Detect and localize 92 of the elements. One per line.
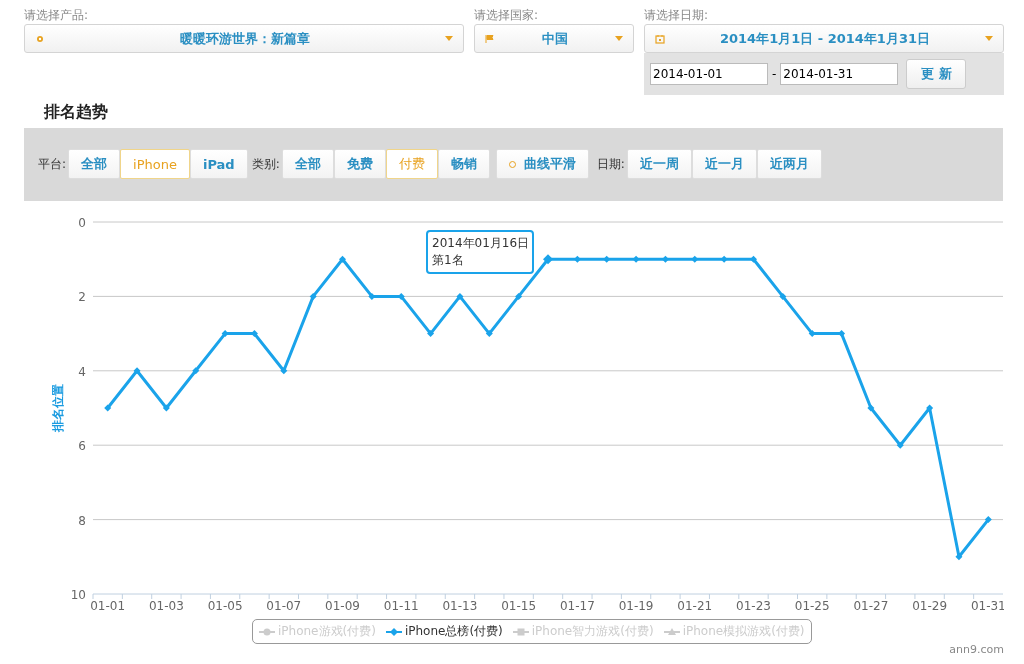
end-date-field[interactable]: 2014-01-31 [780,63,899,85]
triangle-marker-icon [663,626,680,637]
data-point [691,255,699,263]
x-tick-label: 01-23 [736,599,771,613]
filter-button[interactable]: 近一周 [626,149,692,179]
data-point [485,330,493,338]
data-point [133,367,141,375]
filter-button[interactable]: 近一月 [691,149,757,179]
filter-button[interactable]: 免费 [333,149,386,179]
data-point [515,292,523,300]
data-point [838,330,846,338]
x-tick-label: 01-09 [325,599,360,613]
filter-label: 类别: [251,155,280,173]
country-select[interactable]: 中国 [474,24,634,53]
diamond-marker-icon [385,626,402,637]
data-point [808,330,816,338]
y-tick-label: 2 [78,290,86,305]
smooth-toggle[interactable]: 曲线平滑 [495,149,589,179]
tooltip-text: 第1名 [432,252,465,270]
date-select[interactable]: 2014年1月1日 - 2014年1月31日 [644,24,1004,53]
section-title: 排名趋势 [42,101,109,123]
data-point [221,330,229,338]
y-tick-label: 4 [78,364,86,379]
data-point [603,255,611,263]
calendar-icon [655,33,665,44]
y-axis-title: 排名位置 [51,384,65,432]
data-point [896,441,904,449]
product-select[interactable]: 暖暖环游世界：新篇章 [24,24,464,53]
filter-label: 日期: [596,155,625,173]
x-tick-label: 01-01 [90,599,126,613]
x-tick-label: 01-05 [207,599,243,613]
data-point [750,255,757,263]
y-tick-label: 8 [78,513,86,528]
y-tick-label: 0 [78,216,86,230]
filter-label: 平台: [38,155,67,173]
caret-icon [985,36,993,41]
legend-item[interactable]: iPhone总榜(付费) [383,622,505,641]
data-point [339,255,346,263]
caret-icon [615,36,623,41]
flag-icon [485,33,495,44]
filter-button[interactable]: 全部 [68,149,121,179]
data-point [926,404,934,412]
data-point [368,292,376,300]
filter-button[interactable]: 畅销 [437,149,490,179]
filter-button[interactable]: 付费 [385,149,438,179]
square-marker-icon [512,626,529,637]
caret-icon [445,36,453,41]
credits-text: ann9.com [949,643,1004,656]
y-tick-label: 6 [78,439,86,454]
data-point [162,404,170,412]
x-tick-label: 01-11 [383,599,419,613]
data-point [427,330,435,338]
x-tick-label: 01-25 [794,599,830,613]
filter-button[interactable]: 近两月 [756,149,822,179]
data-point [309,292,317,300]
filter-button[interactable]: 全部 [281,149,334,179]
data-point [984,516,992,524]
start-date-field[interactable]: 2014-01-01 [650,63,768,85]
update-button[interactable]: 更 新 [906,59,967,89]
x-tick-label: 01-13 [442,599,478,613]
data-point [867,404,875,412]
field-label: 请选择日期: [644,7,710,24]
x-tick-label: 01-03 [148,599,184,613]
data-point [543,254,553,265]
data-point [250,330,258,338]
x-tick-label: 01-21 [677,599,713,613]
data-point [720,255,728,263]
filter-button[interactable]: iPhone [120,149,190,179]
data-point [192,367,200,375]
x-tick-label: 01-17 [559,599,595,613]
x-tick-label: 01-27 [853,599,889,613]
field-label: 请选择国家: [474,7,540,24]
x-tick-label: 01-07 [266,599,302,613]
tooltip-text: 2014年01月16日 [432,235,528,253]
y-tick-label: 10 [70,588,86,602]
circle-marker-icon [259,626,275,637]
data-point [632,255,640,263]
data-point [573,255,581,263]
x-tick-label: 01-29 [912,599,948,613]
data-point [280,367,288,375]
data-point [104,404,112,412]
x-tick-label: 01-19 [618,599,654,613]
x-tick-label: 01-15 [501,599,537,613]
filter-button[interactable]: iPad [189,149,248,179]
x-tick-label: 01-31 [970,599,1004,613]
data-point [955,553,963,561]
data-point [397,292,405,300]
data-point [779,292,787,300]
field-label: 请选择产品: [24,7,90,24]
range-separator: - [772,67,777,81]
data-point [456,292,464,300]
data-point [661,255,669,263]
